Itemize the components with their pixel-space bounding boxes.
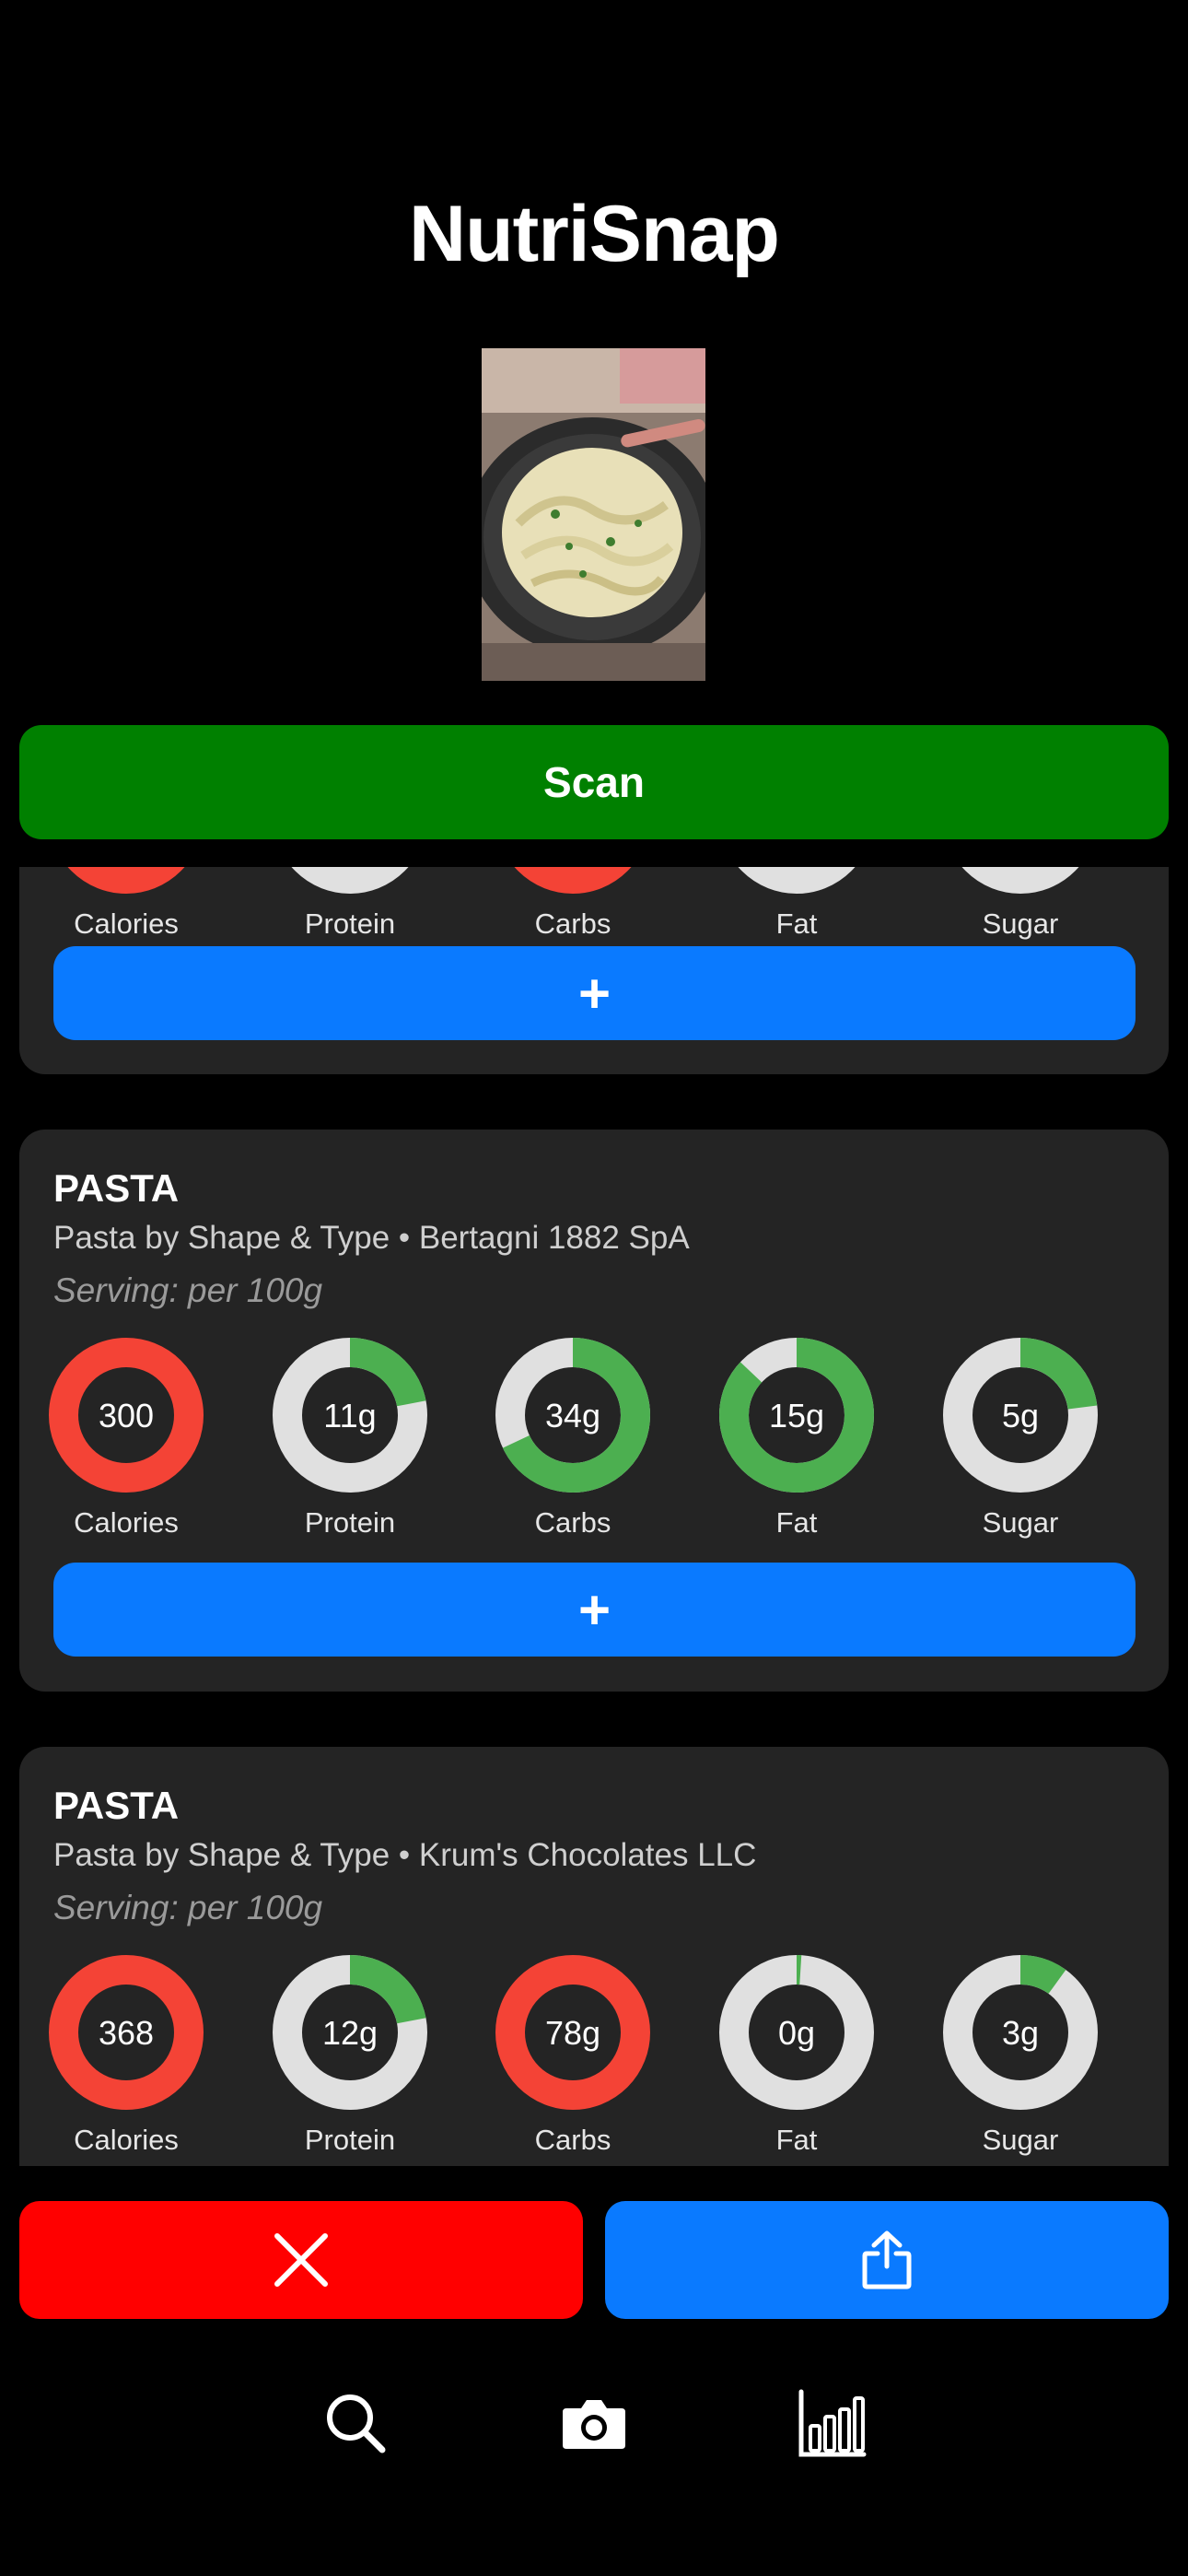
nutrient-label: Fat	[775, 1506, 818, 1539]
progress-ring	[514, 867, 632, 894]
food-subtitle: Pasta by Shape & Type • Bertagni 1882 Sp…	[53, 1220, 690, 1256]
nutrient-fat: 15g Fat	[686, 1337, 907, 1540]
nutrient-value: 0g	[778, 2014, 815, 2052]
nutrient-protein: Protein	[239, 867, 460, 941]
food-card: PASTA Pasta by Shape & Type • Krum's Cho…	[19, 1747, 1169, 2166]
nutrient-sugar: Sugar	[910, 867, 1131, 941]
progress-ring: 5g	[943, 1338, 1098, 1493]
food-card: PASTA Pasta by Shape & Type • Bertagni 1…	[19, 1130, 1169, 1692]
nutrient-fat: Fat	[686, 867, 907, 941]
nutrient-sugar: 5g Sugar	[910, 1337, 1131, 1540]
share-button[interactable]	[605, 2201, 1169, 2319]
progress-ring: 15g	[719, 1338, 874, 1493]
food-name: PASTA	[53, 1166, 180, 1210]
progress-ring: 12g	[273, 1955, 427, 2110]
nutrient-calories: 368 Calories	[16, 1954, 237, 2157]
nutrient-value: 11g	[323, 1397, 376, 1434]
progress-ring: 368	[49, 1955, 204, 2110]
nutrient-carbs: Carbs	[462, 867, 683, 941]
serving-size: Serving: per 100g	[53, 1889, 323, 1926]
nutrient-label: Protein	[304, 1506, 396, 1539]
nutrient-protein: 12g Protein	[239, 1954, 460, 2157]
nutrient-value: 5g	[1002, 1397, 1039, 1434]
food-card: Calories Protein Carbs Fat Sugar +	[19, 867, 1169, 1074]
nutrient-value: 368	[99, 2014, 154, 2052]
food-photo	[482, 348, 705, 681]
nutrient-label: Fat	[775, 2124, 818, 2156]
nutrient-value: 3g	[1002, 2014, 1039, 2052]
close-icon	[274, 2233, 328, 2287]
bar-chart-icon	[798, 2389, 867, 2457]
tab-search[interactable]	[319, 2386, 392, 2460]
page-title: NutriSnap	[409, 190, 780, 278]
add-food-button[interactable]: +	[53, 1563, 1136, 1657]
nutrient-value: 15g	[769, 1397, 824, 1434]
nutrient-label: Carbs	[534, 907, 611, 940]
nutrient-label: Sugar	[982, 2124, 1059, 2156]
nutrient-protein: 11g Protein	[239, 1337, 460, 1540]
pasta-image	[482, 348, 705, 681]
food-name: PASTA	[53, 1784, 180, 1827]
nutrient-label: Sugar	[982, 1506, 1059, 1539]
nutrient-sugar: 3g Sugar	[910, 1954, 1131, 2157]
nutrient-rings: Calories Protein Carbs Fat Sugar	[19, 867, 1169, 959]
nutrient-carbs: 34g Carbs	[462, 1337, 683, 1540]
ring-track	[738, 867, 856, 894]
ring-track	[514, 867, 632, 894]
discard-button[interactable]	[19, 2201, 583, 2319]
progress-ring	[291, 867, 409, 894]
nutrient-value: 78g	[545, 2014, 600, 2052]
nutrient-label: Protein	[304, 907, 396, 940]
nutrient-carbs: 78g Carbs	[462, 1954, 683, 2157]
nutrient-value: 12g	[322, 2014, 378, 2052]
tab-camera[interactable]	[557, 2386, 631, 2460]
food-subtitle: Pasta by Shape & Type • Krum's Chocolate…	[53, 1837, 757, 1873]
nutrient-label: Calories	[74, 2124, 179, 2156]
nutrient-calories: Calories	[16, 867, 237, 941]
nutrient-rings: 300 Calories 11g Protein 34g Carbs 15g Fat 5g Sug…	[19, 1337, 1169, 1558]
add-food-button[interactable]: +	[53, 946, 1136, 1040]
nutrient-fat: 0g Fat	[686, 1954, 907, 2157]
progress-ring: 34g	[495, 1338, 650, 1493]
nutrient-value: 34g	[545, 1397, 600, 1434]
tab-stats[interactable]	[796, 2386, 869, 2460]
nutrient-label: Carbs	[534, 1506, 611, 1539]
serving-size: Serving: per 100g	[53, 1271, 323, 1309]
nutrient-label: Calories	[74, 907, 179, 940]
progress-ring: 11g	[273, 1338, 427, 1493]
nutrient-calories: 300 Calories	[16, 1337, 237, 1540]
nutrient-label: Protein	[304, 2124, 396, 2156]
nutrient-value: 300	[99, 1397, 154, 1434]
progress-ring: 0g	[719, 1955, 874, 2110]
progress-ring	[961, 867, 1079, 894]
scan-button[interactable]: Scan	[19, 725, 1169, 839]
search-icon	[327, 2395, 386, 2453]
nutrient-label: Calories	[74, 1506, 179, 1539]
ring-track	[67, 867, 185, 894]
progress-ring	[67, 867, 185, 894]
progress-ring: 300	[49, 1338, 204, 1493]
progress-ring: 78g	[495, 1955, 650, 2110]
progress-ring	[738, 867, 856, 894]
nutrient-label: Carbs	[534, 2124, 611, 2156]
nutrient-label: Fat	[775, 907, 818, 940]
ring-track	[291, 867, 409, 894]
share-icon	[862, 2231, 912, 2289]
progress-ring: 3g	[943, 1955, 1098, 2110]
camera-icon	[563, 2400, 625, 2449]
nutrient-label: Sugar	[982, 907, 1059, 940]
tab-bar	[0, 2386, 1188, 2460]
nutrient-rings: 368 Calories 12g Protein 78g Carbs 0g Fat 3g Suga…	[19, 1954, 1169, 2166]
results-list[interactable]: Calories Protein Carbs Fat Sugar + PASTA Pas…	[0, 867, 1188, 2166]
ring-track	[961, 867, 1079, 894]
